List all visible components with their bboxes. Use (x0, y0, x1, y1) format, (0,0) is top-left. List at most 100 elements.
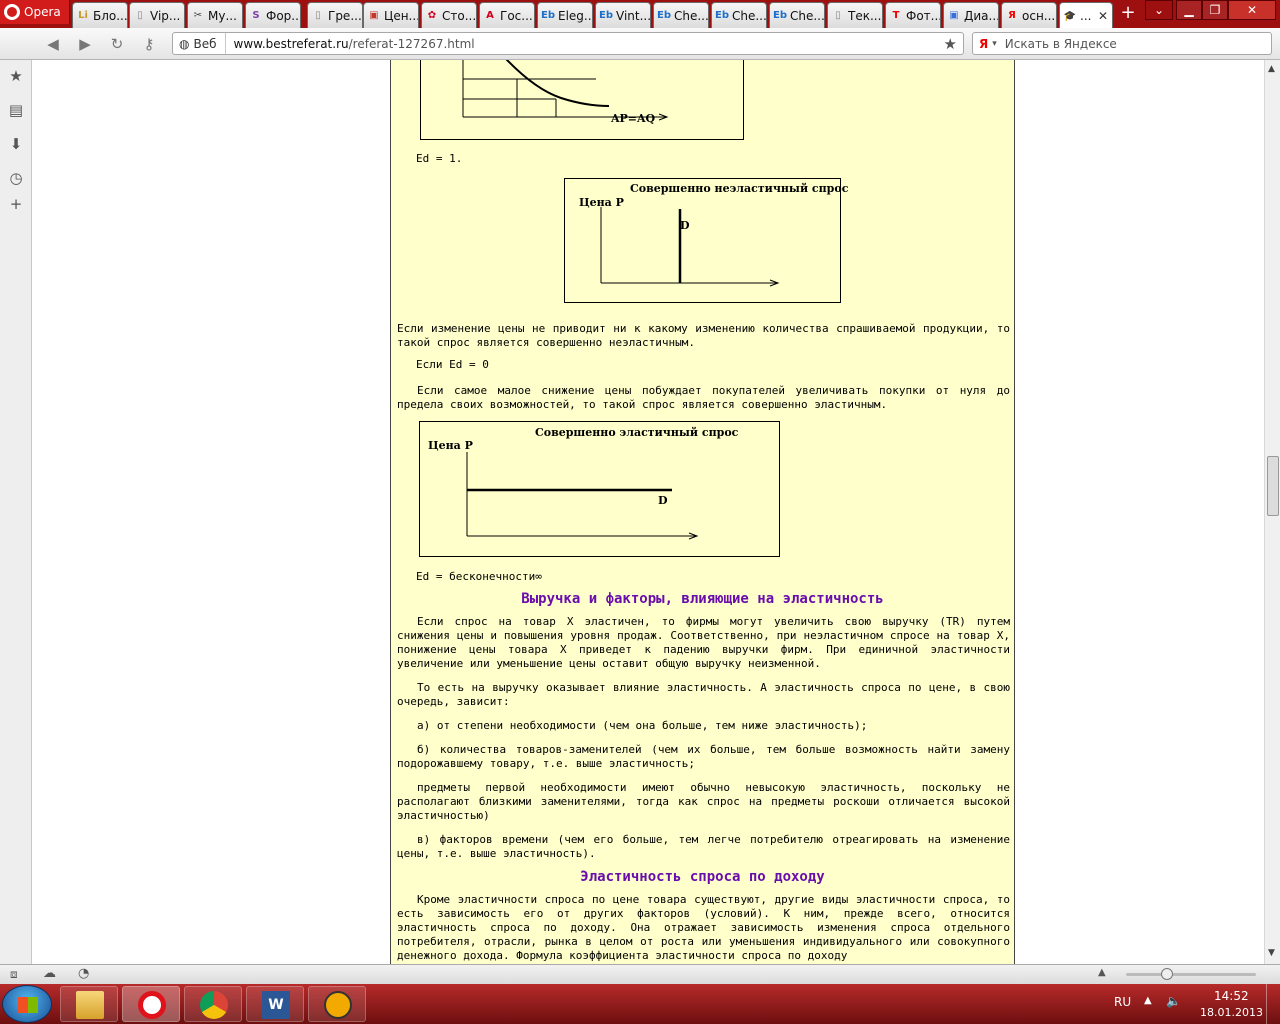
taskbar-opera[interactable] (122, 986, 180, 1022)
new-tab-button[interactable]: + (1118, 4, 1138, 24)
opera-logo-icon (4, 4, 20, 20)
cloud-icon[interactable]: ☁ (43, 966, 56, 981)
li-icon: Li (78, 10, 88, 21)
eb-icon: Eb (541, 10, 555, 21)
opera-icon (138, 991, 166, 1019)
add-panel-icon[interactable]: + (8, 196, 24, 212)
notes-icon[interactable]: ▤ (8, 102, 24, 118)
tab-16[interactable]: ▣ Диа... (943, 2, 999, 28)
paragraph-revenue-2: То есть на выручку оказывает влияние эла… (397, 681, 1010, 708)
restore-button[interactable]: ❐ (1202, 0, 1228, 20)
app-circle-icon (324, 991, 352, 1019)
show-desktop-button[interactable] (1266, 984, 1278, 1024)
elastic-graph (466, 452, 699, 540)
tab-label: Тек... (848, 8, 882, 23)
tab-label: Che... (790, 8, 825, 23)
volume-icon[interactable]: 🔈 (1166, 994, 1181, 1008)
back-button[interactable]: ◀ (42, 34, 64, 54)
close-window-button[interactable]: ✕ (1228, 0, 1276, 20)
heading-revenue-factors: Выручка и факторы, влияющие на эластично… (521, 591, 884, 607)
tab-1[interactable]: Li Бло... (72, 2, 128, 28)
tab-label: Гре... (328, 8, 362, 23)
start-button[interactable] (2, 985, 52, 1023)
scissors-icon: ✂ (193, 10, 203, 21)
yandex-icon: Я (1008, 10, 1016, 21)
taskbar-chrome[interactable] (184, 986, 242, 1022)
minimize-button[interactable]: ▁ (1176, 0, 1202, 20)
tab-label: Фот... (906, 8, 941, 23)
tab-15[interactable]: T Фот... (885, 2, 941, 28)
eb-icon: Eb (715, 10, 729, 21)
address-field[interactable]: ◍ Веб www.bestreferat.ru/referat-127267.… (172, 32, 964, 55)
panel-toggle-icon[interactable]: ⧈ (10, 967, 18, 982)
scrollbar-thumb[interactable] (1267, 456, 1279, 516)
language-indicator[interactable]: RU (1114, 995, 1131, 1009)
tab-17[interactable]: Яосн... (1001, 2, 1057, 28)
url-path: /referat-127267.html (348, 36, 475, 51)
tab-label: Диа... (964, 8, 999, 23)
close-tab-icon[interactable]: ✕ (1098, 9, 1108, 23)
tab-7[interactable]: ✿ Сто... (421, 2, 477, 28)
vertical-scrollbar[interactable]: ▲ ▼ (1264, 60, 1280, 964)
tab-10[interactable]: Eb Vint... (595, 2, 651, 28)
factor-c: в) факторов времени (чем его больше, тем… (397, 833, 1010, 860)
ed-equals-1: Ed = 1. (416, 152, 463, 165)
t-red-icon: T (892, 10, 900, 21)
scroll-up-arrow-icon[interactable]: ▲ (1268, 64, 1275, 74)
tab-8[interactable]: A Гос... (479, 2, 535, 28)
clock-date[interactable]: 18.01.2013 (1200, 1006, 1263, 1019)
forward-button[interactable]: ▶ (74, 34, 96, 54)
red-site-icon: ▣ (369, 10, 379, 21)
taskbar-explorer[interactable] (60, 986, 118, 1022)
bookmarks-star-icon[interactable]: ★ (8, 68, 24, 84)
a-red-icon: A (486, 10, 494, 21)
tray-expand-icon[interactable]: ▲ (1144, 995, 1152, 1006)
tab-14[interactable]: ▯ Тек... (827, 2, 883, 28)
tab-5[interactable]: ▯ Гре... (307, 2, 363, 28)
tab-6[interactable]: ▣ Цен... (363, 2, 419, 28)
windows-taskbar: W RU ▲ 🔈 14:52 18.01.2013 (0, 984, 1280, 1024)
search-dropdown-icon[interactable]: ▾ (992, 39, 997, 49)
taskbar-word[interactable]: W (246, 986, 304, 1022)
taskbar-app[interactable] (308, 986, 366, 1022)
word-icon: W (262, 991, 290, 1019)
tab-4[interactable]: S Фор... (245, 2, 301, 28)
tab-label: Цен... (384, 8, 419, 23)
clock-time[interactable]: 14:52 (1214, 989, 1249, 1003)
eb-icon: Eb (599, 10, 613, 21)
tab-label: Бло... (93, 8, 128, 23)
zoom-slider-track[interactable] (1126, 973, 1256, 976)
tab-11[interactable]: Eb Che... (653, 2, 709, 28)
url-text[interactable]: www.bestreferat.ru/referat-127267.html (226, 37, 475, 51)
tab-2[interactable]: ▯ Vip... (129, 2, 185, 28)
tab-label: Гос... (500, 8, 533, 23)
tab-label: Vip... (150, 8, 181, 23)
search-field[interactable]: Я ▾ Искать в Яндексе (972, 32, 1272, 55)
tab-9[interactable]: Eb Eleg... (537, 2, 593, 28)
blue-site-icon: ▣ (949, 10, 959, 21)
sidebar: ★ ▤ ⬇ ◷ + (0, 60, 32, 964)
search-placeholder: Искать в Яндексе (1004, 36, 1117, 51)
tab-12[interactable]: Eb Che... (711, 2, 767, 28)
factor-note: предметы первой необходимости имеют обыч… (397, 781, 1010, 822)
bookmark-star-icon[interactable]: ★ (944, 35, 957, 53)
tab-13[interactable]: Eb Che... (769, 2, 825, 28)
window-list-button[interactable]: ⌄ (1145, 0, 1173, 20)
downloads-icon[interactable]: ⬇ (8, 136, 24, 152)
key-icon[interactable]: ⚷ (138, 34, 160, 54)
zoom-slider-handle[interactable] (1161, 968, 1173, 980)
reload-button[interactable]: ↻ (106, 34, 128, 54)
security-badge[interactable]: ◍ Веб (173, 33, 226, 54)
figure-perfectly-inelastic: Совершенно неэластичный спрос Цена P D (564, 178, 848, 303)
history-clock-icon[interactable]: ◷ (8, 170, 24, 186)
opera-menu-button[interactable]: Opera (0, 0, 70, 24)
tab-18[interactable]: 🎓... ✕ (1059, 2, 1113, 29)
web-page: AP=AQ Ed = 1. Совершенно неэластичный сп… (33, 60, 1264, 964)
zoom-dropdown-icon[interactable]: ▲ (1098, 967, 1106, 978)
tab-3[interactable]: ✂ Му... (187, 2, 243, 28)
speed-dial-gauge-icon[interactable]: ◔ (78, 966, 89, 981)
scroll-down-arrow-icon[interactable]: ▼ (1268, 948, 1275, 958)
security-label: Веб (193, 36, 217, 51)
status-bar: ⧈ ☁ ◔ ▲ (0, 964, 1280, 984)
url-domain: www.bestreferat.ru (233, 36, 349, 51)
